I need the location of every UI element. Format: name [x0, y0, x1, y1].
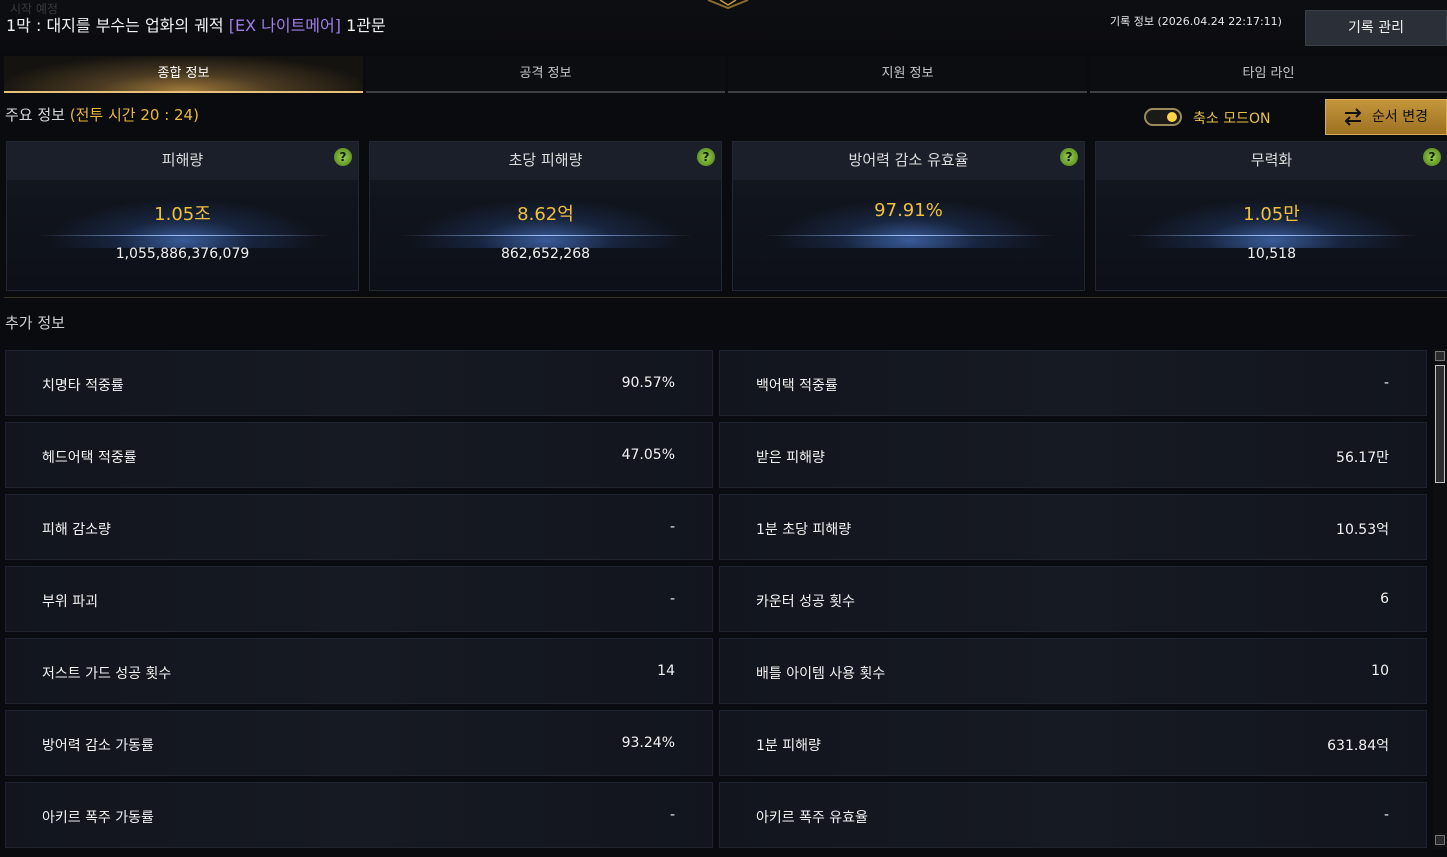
main-info-title: 주요 정보	[5, 106, 65, 124]
stat-row: 1분 피해량 631.84억	[719, 710, 1427, 776]
stat-row: 받은 피해량 56.17만	[719, 422, 1427, 488]
scrollbar[interactable]	[1433, 349, 1447, 849]
stat-row: 카운터 성공 횟수 6	[719, 566, 1427, 632]
top-bar: 시작 예정 1막 : 대지를 부수는 업화의 궤적 [EX 나이트메어] 1관문…	[0, 0, 1447, 50]
card-divider	[763, 235, 1056, 236]
stat-label: 1분 초당 피해량	[756, 522, 852, 538]
tab-bar: 종합 정보 공격 정보 지원 정보 타임 라인	[4, 56, 1447, 93]
stat-value: 10	[1371, 663, 1389, 679]
stat-value: 56.17만	[1336, 450, 1389, 466]
battle-time: (전투 시간 20 : 24)	[69, 106, 199, 124]
card-detail-value: 862,652,268	[500, 246, 591, 262]
stat-row: 1분 초당 피해량 10.53억	[719, 494, 1427, 560]
record-manage-button[interactable]: 기록 관리	[1305, 10, 1447, 46]
stat-label: 저스트 가드 성공 횟수	[42, 666, 172, 682]
swap-arrows-icon	[1344, 108, 1362, 126]
raid-difficulty: [EX 나이트메어]	[228, 16, 341, 35]
stat-value: -	[669, 519, 675, 535]
raid-title-prefix: 1막 : 대지를 부수는 업화의 궤적	[6, 16, 224, 35]
stat-value: -	[669, 591, 675, 607]
stat-label: 아키르 폭주 유효율	[756, 810, 868, 826]
card-divider	[400, 235, 693, 236]
stat-row: 치명타 적중률 90.57%	[5, 350, 713, 416]
scrollbar-thumb[interactable]	[1435, 365, 1445, 483]
stat-label: 백어택 적중률	[756, 378, 838, 394]
stat-value: 10.53억	[1336, 522, 1389, 538]
change-order-button[interactable]: 순서 변경	[1325, 99, 1447, 135]
stat-row: 아키르 폭주 유효율 -	[719, 782, 1427, 848]
stat-value: -	[1383, 375, 1389, 391]
stat-label: 1분 피해량	[756, 738, 821, 754]
stat-row: 부위 파괴 -	[5, 566, 713, 632]
card-main-value: 1.05조	[154, 204, 211, 225]
tab-attack[interactable]: 공격 정보	[366, 56, 725, 93]
card-title: 피해량	[7, 142, 358, 180]
card-main-value: 8.62억	[517, 204, 574, 225]
stat-label: 부위 파괴	[42, 594, 98, 610]
stat-value: 47.05%	[621, 447, 675, 463]
raid-title: 1막 : 대지를 부수는 업화의 궤적 [EX 나이트메어] 1관문	[6, 12, 386, 36]
stat-label: 방어력 감소 가동률	[42, 738, 154, 754]
card-damage: 피해량 ? 1.05조 1,055,886,376,079	[6, 141, 359, 291]
tab-overview[interactable]: 종합 정보	[4, 56, 363, 93]
stat-label: 헤드어택 적중률	[42, 450, 137, 466]
record-info: 기록 정보 (2026.04.24 22:17:11)	[1110, 15, 1282, 28]
toggle-knob	[1167, 112, 1177, 122]
raid-gate: 1관문	[346, 16, 386, 35]
card-dps: 초당 피해량 ? 8.62억 862,652,268	[369, 141, 722, 291]
card-main-value: 1.05만	[1243, 204, 1300, 225]
help-icon[interactable]: ?	[697, 148, 715, 166]
stat-row: 피해 감소량 -	[5, 494, 713, 560]
card-title: 방어력 감소 유효율	[733, 142, 1084, 180]
card-detail-value: 1,055,886,376,079	[115, 246, 250, 262]
card-divider	[1126, 235, 1419, 236]
help-icon[interactable]: ?	[1060, 148, 1078, 166]
stat-label: 치명타 적중률	[42, 378, 124, 394]
help-icon[interactable]: ?	[1423, 148, 1441, 166]
compact-mode-toggle[interactable]	[1144, 108, 1182, 126]
card-detail-value: 10,518	[1247, 246, 1296, 262]
compact-mode-label: 축소 모드ON	[1193, 111, 1271, 127]
card-stagger: 무력화 ? 1.05만 10,518	[1095, 141, 1447, 291]
stat-row: 저스트 가드 성공 횟수 14	[5, 638, 713, 704]
stat-value: -	[1383, 807, 1389, 823]
card-title: 초당 피해량	[370, 142, 721, 180]
main-info-label: 주요 정보 (전투 시간 20 : 24)	[5, 104, 199, 125]
tab-timeline[interactable]: 타임 라인	[1090, 56, 1447, 93]
stat-row: 헤드어택 적중률 47.05%	[5, 422, 713, 488]
stat-value: 93.24%	[621, 735, 675, 751]
stat-value: 14	[657, 663, 675, 679]
crown-ornament-icon	[707, 0, 749, 10]
stat-value: -	[669, 807, 675, 823]
extra-info-label: 추가 정보	[5, 314, 65, 332]
stat-row: 배틀 아이템 사용 횟수 10	[719, 638, 1427, 704]
card-divider	[37, 235, 330, 236]
stat-row: 방어력 감소 가동률 93.24%	[5, 710, 713, 776]
stat-value: 6	[1380, 591, 1389, 607]
stat-label: 카운터 성공 횟수	[756, 594, 856, 610]
card-main-value: 97.91%	[874, 200, 943, 221]
scroll-down-icon[interactable]	[1435, 835, 1445, 845]
section-divider	[4, 297, 1447, 298]
stat-row: 아키르 폭주 가동률 -	[5, 782, 713, 848]
stat-row: 백어택 적중률 -	[719, 350, 1427, 416]
card-title: 무력화	[1096, 142, 1447, 180]
stat-label: 아키르 폭주 가동률	[42, 810, 154, 826]
stat-label: 피해 감소량	[42, 522, 111, 538]
tab-support[interactable]: 지원 정보	[728, 56, 1087, 93]
help-icon[interactable]: ?	[334, 148, 352, 166]
stat-value: 90.57%	[621, 375, 675, 391]
card-defense-reduction: 방어력 감소 유효율 ? 97.91%	[732, 141, 1085, 291]
stat-label: 받은 피해량	[756, 450, 825, 466]
change-order-label: 순서 변경	[1372, 109, 1428, 125]
stat-value: 631.84억	[1327, 738, 1389, 754]
stat-label: 배틀 아이템 사용 횟수	[756, 666, 886, 682]
scroll-up-icon[interactable]	[1435, 351, 1445, 361]
